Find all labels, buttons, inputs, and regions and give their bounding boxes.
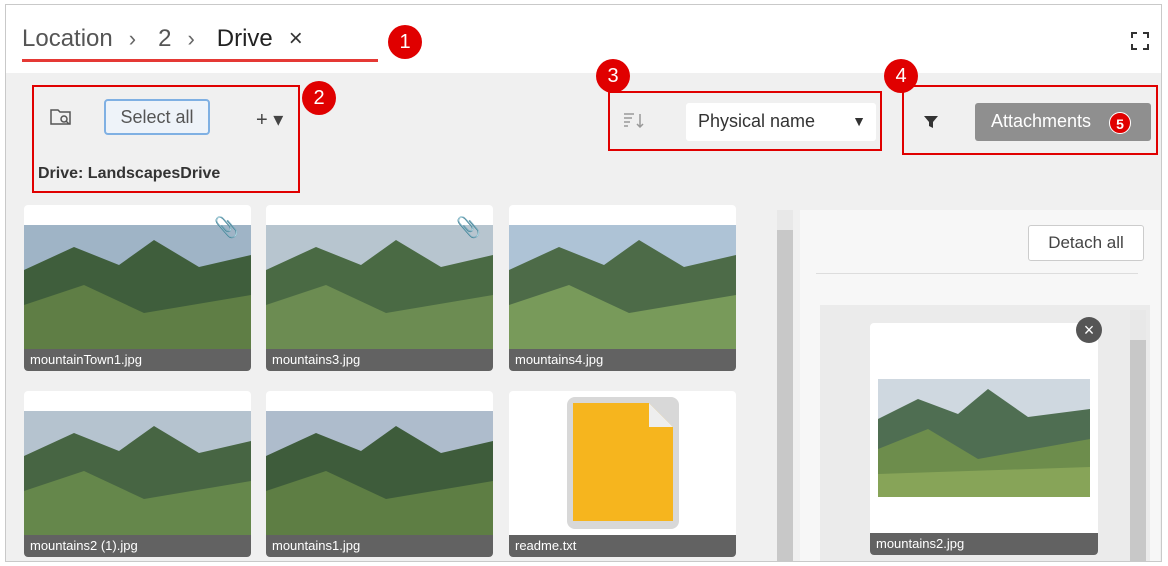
close-icon[interactable]: × [289, 25, 303, 53]
remove-attachment-icon[interactable]: × [1076, 317, 1102, 343]
attachments-button[interactable]: Attachments 5 [975, 103, 1151, 141]
breadcrumb-separator: › [128, 26, 137, 51]
callout-1: 1 [388, 25, 422, 59]
file-thumbnail [266, 411, 493, 535]
file-tile[interactable]: mountains2 (1).jpg [24, 391, 251, 557]
file-name: readme.txt [509, 535, 736, 557]
breadcrumb-drive: Drive [216, 25, 273, 52]
callout-2: 2 [302, 81, 336, 115]
breadcrumb-location[interactable]: Location [22, 25, 113, 53]
file-thumbnail [509, 225, 736, 349]
file-tile[interactable]: mountains4.jpg [509, 205, 736, 371]
sort-icon[interactable] [622, 111, 646, 131]
breadcrumb: Location › 2 › Drive × [22, 25, 303, 53]
attached-item-caption: mountains2.jpg [870, 533, 1098, 555]
file-thumbnail [266, 225, 493, 349]
text-file-icon [567, 397, 679, 529]
file-tile[interactable]: 📎 mountainTown1.jpg [24, 205, 251, 371]
file-name: mountains2 (1).jpg [24, 535, 251, 557]
file-thumbnail [24, 411, 251, 535]
file-name: mountainTown1.jpg [24, 349, 251, 371]
file-name: mountains1.jpg [266, 535, 493, 557]
paperclip-icon: 📎 [456, 217, 481, 239]
attachments-label: Attachments [991, 111, 1092, 131]
file-name: mountains3.jpg [266, 349, 493, 371]
breadcrumb-separator: › [187, 26, 195, 51]
fullscreen-icon[interactable] [1131, 32, 1149, 50]
chevron-down-icon: ▼ [852, 113, 866, 129]
attached-item-card[interactable]: mountains2.jpg [870, 323, 1098, 555]
file-thumbnail [24, 225, 251, 349]
file-tile[interactable]: readme.txt [509, 391, 736, 557]
divider [816, 273, 1138, 274]
add-dropdown-button[interactable]: + ▾ [256, 107, 283, 132]
file-name: mountains4.jpg [509, 349, 736, 371]
breadcrumb-2[interactable]: 2 [158, 25, 171, 53]
header: Location › 2 › Drive × [6, 5, 1161, 73]
file-tile[interactable]: mountains1.jpg [266, 391, 493, 557]
grid-scrollbar-thumb[interactable] [777, 230, 793, 561]
select-all-button[interactable]: Select all [104, 99, 210, 135]
attachments-count-badge: 5 [1109, 112, 1131, 134]
detach-all-button[interactable]: Detach all [1028, 225, 1144, 261]
drive-panel: Location › 2 › Drive × 1 2 3 4 Select al… [5, 4, 1162, 562]
callout-3: 3 [596, 59, 630, 93]
drive-label: Drive: LandscapesDrive [38, 165, 221, 182]
paperclip-icon: 📎 [214, 217, 239, 239]
breadcrumb-highlight [22, 59, 378, 62]
attached-thumbnail [878, 379, 1090, 497]
folder-search-icon[interactable] [50, 107, 72, 127]
file-tile[interactable]: 📎 mountains3.jpg [266, 205, 493, 371]
attachments-scrollbar-thumb[interactable] [1130, 340, 1146, 561]
filter-icon[interactable] [924, 115, 938, 129]
sort-select-value: Physical name [698, 111, 816, 131]
sort-select[interactable]: Physical name ▼ [686, 103, 876, 141]
